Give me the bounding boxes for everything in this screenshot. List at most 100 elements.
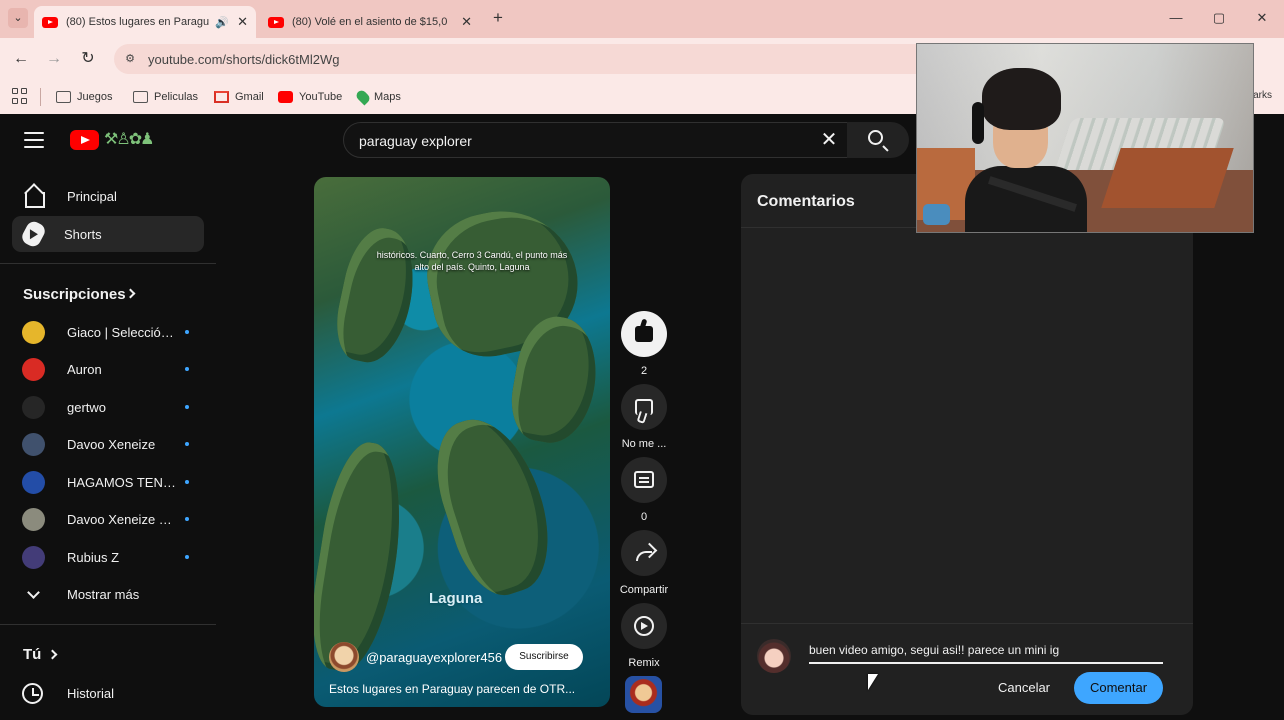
show-more-button[interactable]: Mostrar más [22,582,202,606]
sidebar: Principal Shorts Suscripciones Giaco | S… [0,166,216,720]
bookmark-gmail[interactable]: Gmail [214,88,264,106]
back-button[interactable]: ← [11,49,31,69]
like-button[interactable]: 2 [614,311,674,377]
remix-icon [634,616,654,636]
new-content-dot [185,405,189,409]
dislike-button-circle[interactable] [621,384,667,430]
bookmark-maps[interactable]: Maps [354,88,401,106]
browser-tab-active[interactable]: (80) Estos lugares en Paragu 🔊 ✕ [34,6,256,38]
youtube-doodle[interactable]: ⚒♙✿♟ [104,129,166,151]
share-button[interactable]: Compartir [614,530,674,596]
short-video-player[interactable]: históricos. Cuarto, Cerro 3 Candú, el pu… [314,177,610,707]
person-hair [982,68,1061,130]
channel-handle[interactable]: @paraguayexplorer456 [366,650,505,665]
history-icon [22,682,43,704]
comments-list [741,228,1193,623]
chevron-down-icon [27,585,40,599]
cancel-button[interactable]: Cancelar [986,672,1062,704]
browser-tab-bar: ⌄ (80) Estos lugares en Paragu 🔊 ✕ (80) … [0,0,1284,38]
channel-avatar [22,395,45,419]
shorts-icon [19,218,48,250]
audio-icon[interactable]: 🔊 [215,16,229,29]
chevron-right-icon[interactable] [47,649,58,660]
menu-icon[interactable] [24,132,44,148]
reload-button[interactable]: ↻ [78,49,98,69]
dislike-button[interactable]: No me ... [614,384,674,450]
channel-avatar [22,320,45,344]
bookmark-juegos[interactable]: Juegos [56,88,112,106]
comment-icon [634,471,654,488]
subscribe-button[interactable]: Suscribirse [505,644,583,670]
minimize-button[interactable]: — [1162,8,1190,28]
mouse-cursor [868,674,878,690]
youtube-favicon-icon [42,16,58,28]
new-content-dot [185,367,189,371]
subscription-item[interactable]: Giaco | Selección ... [22,319,192,345]
tab-close-icon[interactable]: ✕ [461,14,472,30]
sidebar-divider [0,624,216,625]
tab-close-icon[interactable]: ✕ [237,14,248,30]
search-icon [868,130,883,145]
subscription-item[interactable]: Rubius Z [22,544,192,570]
webcam-window [1101,148,1234,208]
tab-search-button[interactable]: ⌄ [8,8,28,28]
restore-button[interactable]: ▢ [1205,8,1233,28]
history-button[interactable]: Historial [22,681,202,705]
browser-tab[interactable]: (80) Volé en el asiento de $15,0 ✕ [260,6,480,38]
remix-button[interactable]: Remix [614,603,674,669]
bookmark-youtube[interactable]: YouTube [278,88,342,106]
subscription-item[interactable]: Davoo Xeneize Pl... [22,506,192,532]
short-title[interactable]: Estos lugares en Paraguay parecen de OTR… [329,682,593,696]
video-caption: históricos. Cuarto, Cerro 3 Candú, el pu… [376,250,568,272]
new-tab-button[interactable]: + [488,8,508,28]
chevron-right-icon[interactable] [125,288,136,299]
subscription-item[interactable]: Davoo Xeneize [22,431,192,457]
remix-label: Remix [628,657,660,669]
sound-thumbnail[interactable] [625,676,662,713]
apps-icon[interactable] [12,88,28,104]
thumbs-up-icon [635,326,653,342]
address-bar[interactable]: ⚙ youtube.com/shorts/dick6tMl2Wg [114,44,944,74]
bookmark-peliculas[interactable]: Peliculas [133,88,198,106]
bookmarks-overflow-label[interactable]: arks [1253,90,1272,101]
subscription-item[interactable]: HAGAMOS TEND... [22,469,192,495]
comment-input[interactable] [809,638,1163,664]
comments-title: Comentarios [757,193,855,210]
forward-button[interactable]: → [44,49,64,69]
channel-avatar[interactable] [329,642,359,672]
search-button[interactable] [847,122,909,158]
clear-search-icon[interactable]: ✕ [817,128,841,152]
webcam-person [965,68,1087,232]
sidebar-item-shorts[interactable]: Shorts [12,216,204,252]
remix-button-circle[interactable] [621,603,667,649]
channel-row: @paraguayexplorer456 Suscribirse [329,641,599,673]
sidebar-divider [0,263,216,264]
person-body [965,166,1087,232]
channel-avatar [22,357,45,381]
subscription-item[interactable]: gertwo [22,394,192,420]
webcam-overlay [916,43,1254,233]
site-info-icon[interactable]: ⚙ [122,51,138,67]
comment-button[interactable]: Comentar [1074,672,1163,704]
sidebar-item-principal[interactable]: Principal [12,178,204,214]
search-input[interactable]: paraguay explorer ✕ [343,122,848,158]
subscription-item[interactable]: Auron [22,356,192,382]
share-icon [634,544,654,561]
maps-pin-icon [354,88,372,106]
subscriptions-heading[interactable]: Suscripciones [23,286,126,303]
comment-composer: Cancelar Comentar [741,623,1193,715]
share-button-circle[interactable] [621,530,667,576]
window-close-button[interactable]: ✕ [1248,8,1276,28]
search-query: paraguay explorer [359,133,472,149]
like-button-circle[interactable] [621,311,667,357]
youtube-logo[interactable] [70,130,99,150]
new-content-dot [185,555,189,559]
home-icon [22,184,46,208]
tab-title: (80) Estos lugares en Paragu [66,16,210,28]
comments-button[interactable]: 0 [614,457,674,523]
share-label: Compartir [619,584,669,596]
youtube-favicon-icon [268,16,284,28]
comments-button-circle[interactable] [621,457,667,503]
like-count: 2 [640,365,648,377]
you-heading[interactable]: Tú [23,646,41,663]
